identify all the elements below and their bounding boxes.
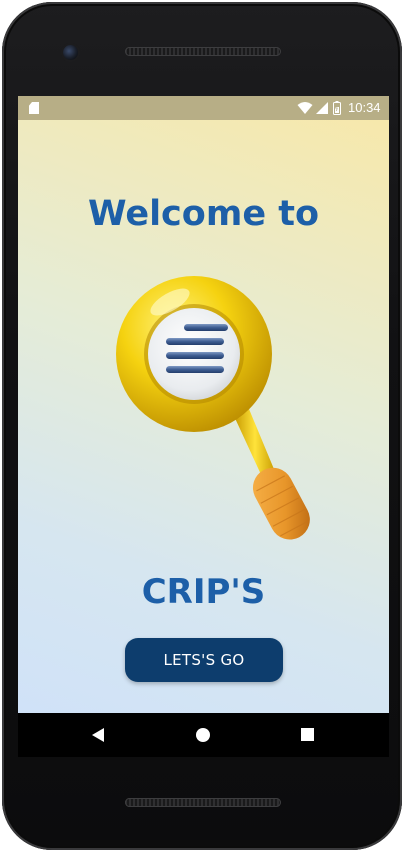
navigation-bar [18,713,389,757]
battery-icon [333,101,341,115]
sd-card-icon [29,102,39,114]
bottom-speaker [125,798,281,807]
magnifying-glass-icon [116,276,310,540]
status-bar: 10:34 [18,96,389,120]
signal-icon [316,102,328,114]
front-camera [63,45,78,60]
home-icon[interactable] [196,728,210,742]
welcome-heading: Welcome to [87,194,320,234]
wifi-icon [297,102,313,114]
app-screen: 10:34 Welcome to CRIP'S LETS'S GO [18,96,389,713]
brand-name: CRIP'S [141,572,266,612]
recents-icon[interactable] [301,728,314,741]
phone-frame: 10:34 Welcome to CRIP'S LETS'S GO [2,2,402,850]
status-clock: 10:34 [348,100,381,115]
lets-go-button[interactable]: LETS'S GO [125,638,283,682]
back-icon[interactable] [92,728,104,742]
earpiece-speaker [125,47,281,56]
